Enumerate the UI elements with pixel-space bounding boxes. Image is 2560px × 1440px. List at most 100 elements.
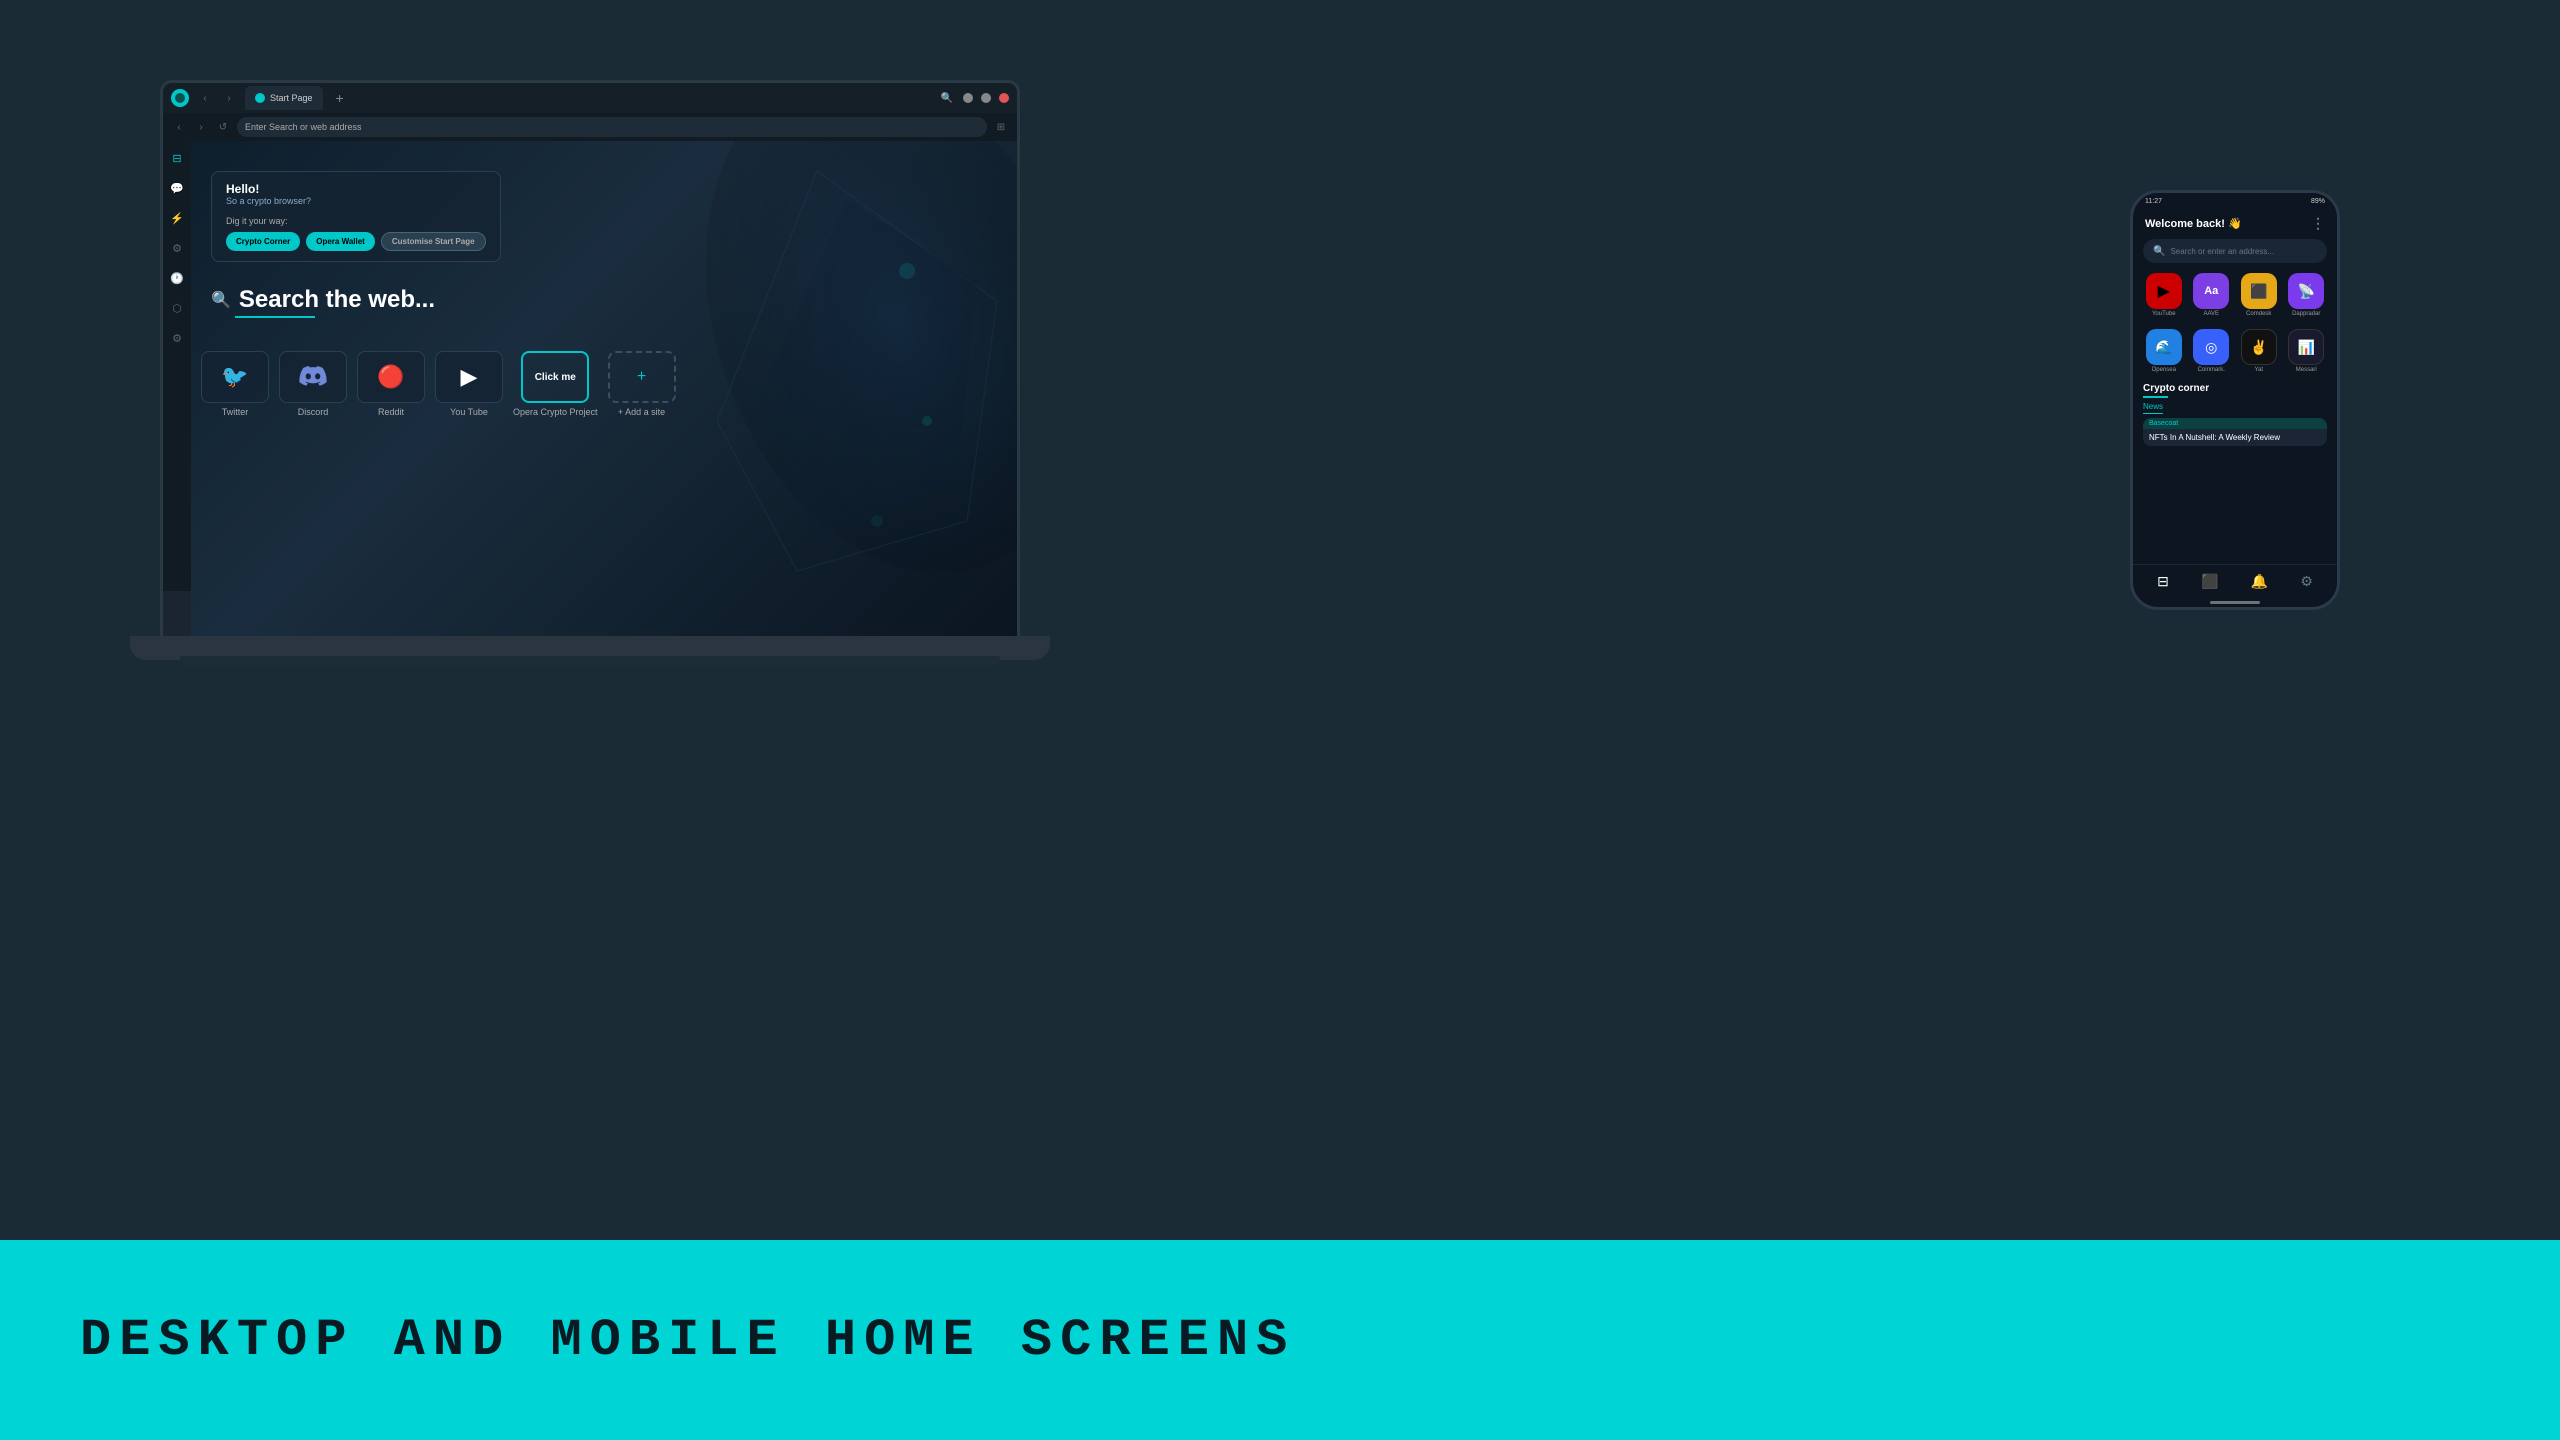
phone-wrapper: 11:27 89% Welcome back! 👋 ⋮ 🔍 Search or …	[2130, 190, 2340, 610]
nav-back[interactable]: ‹	[171, 119, 187, 135]
opera-crypto-icon[interactable]: Click me	[521, 351, 589, 403]
new-tab-button[interactable]: +	[331, 89, 349, 107]
phone-app-messari[interactable]: 📊 Messari	[2286, 329, 2328, 373]
bottom-bar-text: DESKTOP AND MOBILE HOME SCREENS	[80, 1311, 1295, 1370]
phone-app-coinmark[interactable]: ◎ Coinmark.	[2191, 329, 2233, 373]
yat-app-label: Yat	[2254, 367, 2263, 373]
dial-item-twitter[interactable]: 🐦 Twitter	[201, 351, 269, 417]
welcome-text: Welcome back! 👋	[2145, 217, 2242, 230]
phone-app-aave[interactable]: Aa AAVE	[2191, 273, 2233, 317]
phone-status-bar: 11:27 89%	[2133, 193, 2337, 210]
search-icon-big: 🔍	[211, 290, 231, 310]
browser-chrome: ‹ › Start Page + 🔍 ‹ › ↺	[163, 83, 1017, 637]
youtube-app-icon: ▶	[2146, 273, 2182, 309]
youtube-icon: ▶	[435, 351, 503, 403]
yat-app-icon: ✌	[2241, 329, 2277, 365]
coinmark-app-icon: ◎	[2193, 329, 2229, 365]
more-options-icon[interactable]: ⋮	[2311, 215, 2325, 232]
coinmark-app-label: Coinmark.	[2198, 367, 2225, 373]
hero-greeting: Hello! So a crypto browser? Dig it your …	[211, 171, 501, 262]
sidebar-gear-icon[interactable]: ⚙	[168, 329, 186, 347]
phone-search-placeholder: Search or enter an address...	[2170, 247, 2274, 256]
browser-content: Hello! So a crypto browser? Dig it your …	[191, 141, 1017, 637]
dial-item-youtube[interactable]: ▶ You Tube	[435, 351, 503, 417]
dig-label: Dig it your way:	[226, 216, 486, 226]
search-icon[interactable]: 🔍	[939, 90, 955, 106]
opera-wallet-button[interactable]: Opera Wallet	[306, 232, 375, 251]
phone-app-youtube[interactable]: ▶ YouTube	[2143, 273, 2185, 317]
minimize-button[interactable]	[963, 93, 973, 103]
close-button[interactable]	[999, 93, 1009, 103]
laptop-frame: ‹ › Start Page + 🔍 ‹ › ↺	[160, 80, 1020, 640]
search-bar: 🔍 Search the web...	[211, 286, 997, 314]
reload-button[interactable]: ↺	[215, 119, 231, 135]
youtube-app-label: YouTube	[2152, 311, 2176, 317]
dial-item-reddit[interactable]: 🔴 Reddit	[357, 351, 425, 417]
dial-item-discord[interactable]: Discord	[279, 351, 347, 417]
phone-apps-grid-2: 🌊 Opensea ◎ Coinmark. ✌ Yat 📊 Messari	[2133, 323, 2337, 379]
tab-bar: ‹ › Start Page + 🔍	[163, 83, 1017, 113]
extensions-icon[interactable]: ⊞	[993, 119, 1009, 135]
sidebar-home-icon[interactable]: ⊟	[168, 149, 186, 167]
dappradar-app-label: Dappradar	[2292, 311, 2320, 317]
sidebar-messenger-icon[interactable]: 💬	[168, 179, 186, 197]
back-button[interactable]: ‹	[197, 90, 213, 106]
phone-app-opensea[interactable]: 🌊 Opensea	[2143, 329, 2185, 373]
youtube-label: You Tube	[450, 407, 488, 417]
messari-app-label: Messari	[2296, 367, 2317, 373]
search-area: 🔍 Search the web...	[211, 286, 997, 318]
phone-nav-tabs-icon[interactable]: ⬛	[2201, 573, 2218, 590]
forward-button[interactable]: ›	[221, 90, 237, 106]
phone-app-comdesk[interactable]: ⬛ Comdesk	[2238, 273, 2280, 317]
comdesk-app-icon: ⬛	[2241, 273, 2277, 309]
phone-news-tabs: News	[2133, 402, 2337, 418]
phone-news-card[interactable]: Basecoat NFTs In A Nutshell: A Weekly Re…	[2143, 418, 2327, 446]
opensea-app-icon: 🌊	[2146, 329, 2182, 365]
sidebar-clock-icon[interactable]: 🕐	[168, 269, 186, 287]
greeting-subtitle: So a crypto browser?	[226, 196, 486, 206]
phone-battery: 89%	[2311, 198, 2325, 205]
phone-welcome: Welcome back! 👋 ⋮	[2133, 210, 2337, 235]
comdesk-app-label: Comdesk	[2246, 311, 2271, 317]
news-tab[interactable]: News	[2143, 402, 2163, 414]
active-tab[interactable]: Start Page	[245, 86, 323, 110]
sidebar-icons: ⊟ 💬 ⚡ ⚙ 🕐 ⬡ ⚙	[163, 141, 191, 591]
add-site-label: + Add a site	[618, 407, 665, 417]
phone-search-icon: 🔍	[2153, 246, 2165, 257]
phone-app-yat[interactable]: ✌ Yat	[2238, 329, 2280, 373]
twitter-label: Twitter	[222, 407, 249, 417]
news-card-title: NFTs In A Nutshell: A Weekly Review	[2143, 429, 2327, 446]
add-site-button[interactable]: + + Add a site	[608, 351, 676, 417]
crypto-corner-button[interactable]: Crypto Corner	[226, 232, 300, 251]
search-placeholder-text[interactable]: Search the web...	[239, 286, 435, 314]
phone-search[interactable]: 🔍 Search or enter an address...	[2143, 239, 2327, 263]
phone-app-dappradar[interactable]: 📡 Dappradar	[2286, 273, 2328, 317]
messari-app-icon: 📊	[2288, 329, 2324, 365]
phone-apps-grid: ▶ YouTube Aa AAVE ⬛ Comdesk 📡 Dappradar	[2133, 267, 2337, 323]
sidebar-settings-icon[interactable]: ⚙	[168, 239, 186, 257]
address-bar: ‹ › ↺ Enter Search or web address ⊞	[163, 113, 1017, 141]
nav-forward[interactable]: ›	[193, 119, 209, 135]
greeting-title: Hello!	[226, 182, 486, 196]
laptop-base-bottom	[180, 656, 1000, 666]
window-controls: 🔍	[939, 90, 1009, 106]
search-underline	[235, 316, 315, 318]
sidebar-crypto-icon[interactable]: ⚡	[168, 209, 186, 227]
sidebar-cube-icon[interactable]: ⬡	[168, 299, 186, 317]
discord-label: Discord	[298, 407, 329, 417]
maximize-button[interactable]	[981, 93, 991, 103]
dial-item-opera-crypto[interactable]: Click me Opera Crypto Project	[513, 351, 598, 417]
address-input[interactable]: Enter Search or web address	[237, 117, 987, 137]
opera-crypto-label: Opera Crypto Project	[513, 407, 598, 417]
crypto-corner-section-title: Crypto corner	[2133, 379, 2337, 396]
speed-dial: 🐦 Twitter Discord 🔴 Reddit	[201, 351, 1007, 417]
phone-nav-home-icon[interactable]: ⊟	[2157, 573, 2169, 590]
customize-button[interactable]: Customise Start Page	[381, 232, 486, 251]
bottom-bar: DESKTOP AND MOBILE HOME SCREENS	[0, 1240, 2560, 1440]
phone-nav-bell-icon[interactable]: 🔔	[2251, 573, 2268, 590]
discord-icon	[279, 351, 347, 403]
tab-title: Start Page	[270, 93, 313, 103]
opensea-app-label: Opensea	[2152, 367, 2176, 373]
phone-nav-settings-icon[interactable]: ⚙	[2300, 573, 2313, 590]
address-text: Enter Search or web address	[245, 122, 362, 132]
